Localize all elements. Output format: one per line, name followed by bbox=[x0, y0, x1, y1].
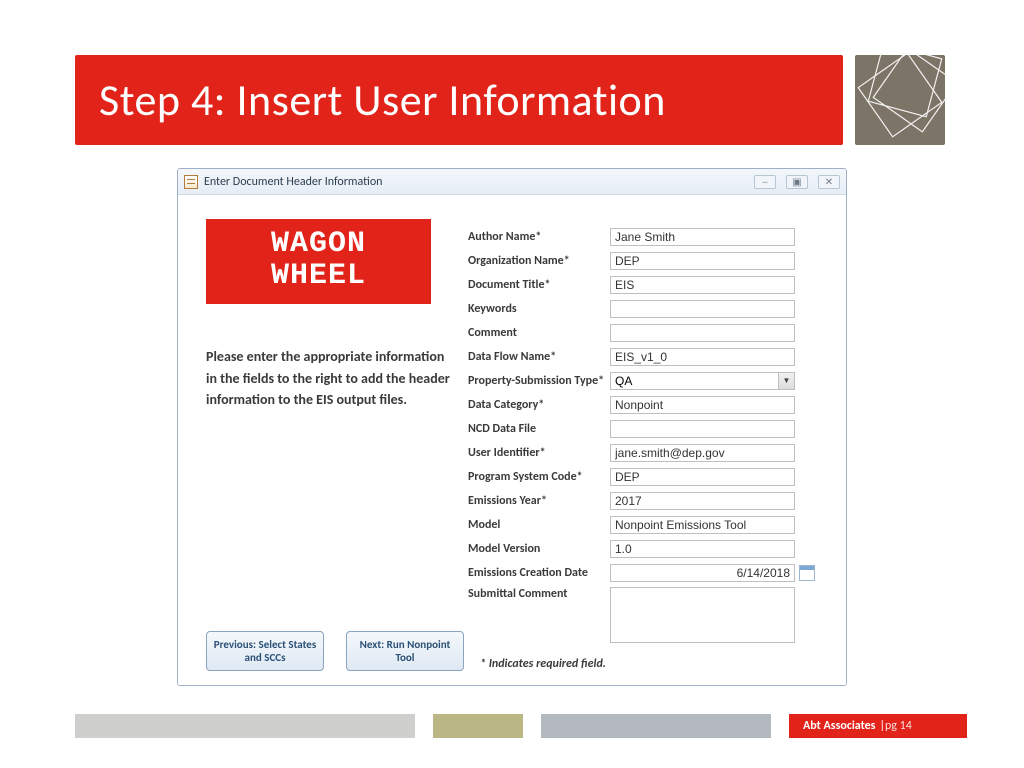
org-label: Organization Name* bbox=[468, 254, 610, 268]
window-titlebar: Enter Document Header Information ─ ▣ ✕ bbox=[178, 169, 846, 195]
subtype-select[interactable] bbox=[610, 372, 795, 390]
title-ornament bbox=[855, 55, 945, 145]
calendar-icon[interactable] bbox=[799, 565, 815, 581]
modelv-input[interactable] bbox=[610, 540, 795, 558]
author-input[interactable] bbox=[610, 228, 795, 246]
maximize-button[interactable]: ▣ bbox=[786, 175, 808, 189]
submittal-textarea[interactable] bbox=[610, 587, 795, 643]
dataflow-input[interactable] bbox=[610, 348, 795, 366]
comment-input[interactable] bbox=[610, 324, 795, 342]
submittal-label: Submittal Comment bbox=[468, 587, 610, 601]
form-icon bbox=[184, 175, 198, 189]
slide-title: Step 4: Insert User Information bbox=[75, 55, 843, 145]
ecd-input[interactable] bbox=[610, 564, 795, 582]
comment-label: Comment bbox=[468, 326, 610, 340]
window-controls: ─ ▣ ✕ bbox=[754, 175, 840, 189]
footer-bar: Abt Associates | pg 14 bbox=[0, 714, 1024, 738]
keywords-input[interactable] bbox=[610, 300, 795, 318]
form: Author Name* Organization Name* Document… bbox=[468, 203, 836, 675]
ecd-label: Emissions Creation Date bbox=[468, 566, 610, 580]
required-note: * Indicates required field. bbox=[468, 657, 832, 671]
instruction-text: Please enter the appropriate information… bbox=[206, 346, 456, 411]
next-button[interactable]: Next: Run Nonpoint Tool bbox=[346, 631, 464, 671]
close-button[interactable]: ✕ bbox=[818, 175, 840, 189]
dataflow-label: Data Flow Name* bbox=[468, 350, 610, 364]
year-label: Emissions Year* bbox=[468, 494, 610, 508]
minimize-button[interactable]: ─ bbox=[754, 175, 776, 189]
keywords-label: Keywords bbox=[468, 302, 610, 316]
doctitle-label: Document Title* bbox=[468, 278, 610, 292]
model-label: Model bbox=[468, 518, 610, 532]
model-input[interactable] bbox=[610, 516, 795, 534]
ncd-label: NCD Data File bbox=[468, 422, 610, 436]
footer-credit: Abt Associates | pg 14 bbox=[789, 714, 967, 738]
previous-button[interactable]: Previous: Select States and SCCs bbox=[206, 631, 324, 671]
org-input[interactable] bbox=[610, 252, 795, 270]
ncd-input[interactable] bbox=[610, 420, 795, 438]
psc-input[interactable] bbox=[610, 468, 795, 486]
dialog-window: Enter Document Header Information ─ ▣ ✕ … bbox=[177, 168, 847, 686]
app-logo: WAGON WHEEL bbox=[206, 219, 431, 304]
doctitle-input[interactable] bbox=[610, 276, 795, 294]
datacat-input[interactable] bbox=[610, 396, 795, 414]
modelv-label: Model Version bbox=[468, 542, 610, 556]
subtype-label: Property-Submission Type* bbox=[468, 374, 610, 388]
userid-input[interactable] bbox=[610, 444, 795, 462]
year-input[interactable] bbox=[610, 492, 795, 510]
userid-label: User Identifier* bbox=[468, 446, 610, 460]
window-title: Enter Document Header Information bbox=[204, 175, 754, 189]
datacat-label: Data Category* bbox=[468, 398, 610, 412]
author-label: Author Name* bbox=[468, 230, 610, 244]
psc-label: Program System Code* bbox=[468, 470, 610, 484]
